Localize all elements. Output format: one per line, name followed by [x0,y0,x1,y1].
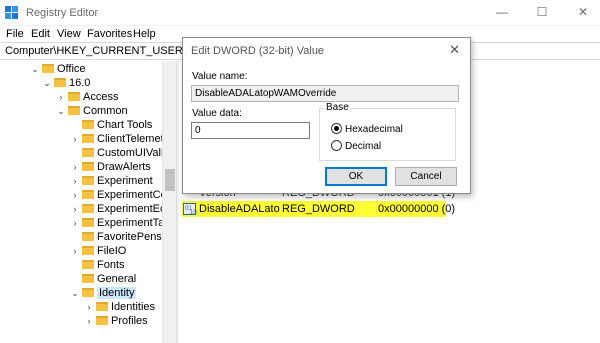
minimize-button[interactable]: — [495,5,509,19]
folder-icon [82,218,94,227]
tree-item-identities[interactable]: › Identities [84,300,156,314]
edit-dword-dialog: Edit DWORD (32-bit) Value ✕ Value name: … [182,37,471,194]
tree-item-general[interactable]: General [70,272,136,286]
chevron-down-icon[interactable]: ⌄ [56,104,66,118]
radio-checked-icon[interactable] [331,123,342,134]
chevron-right-icon[interactable]: › [70,244,80,258]
menu-edit[interactable]: Edit [31,28,50,40]
folder-icon [68,92,80,101]
base-label: Base [324,102,351,113]
title-bar: Registry Editor — ☐ ✕ [0,0,600,26]
close-button[interactable]: ✕ [576,5,590,19]
hexadecimal-radio[interactable]: Hexadecimal [331,123,403,136]
folder-icon [82,288,94,297]
tree-item-customuivalida[interactable]: CustomUIValida [70,146,176,160]
chevron-right-icon[interactable]: › [70,160,80,174]
folder-icon [54,78,66,87]
chevron-right-icon[interactable]: › [70,132,80,146]
ok-button[interactable]: OK [325,167,387,186]
value-name-label: Value name: [192,71,248,82]
pane-splitter[interactable] [176,61,179,343]
menu-favorites[interactable]: Favorites [87,28,132,40]
tree-item-common[interactable]: ⌄ Common [56,104,127,118]
window-title: Registry Editor [26,7,99,19]
value-data-label: Value data: [192,108,242,119]
chevron-right-icon[interactable]: › [70,188,80,202]
tree-item-fonts[interactable]: Fonts [70,258,125,272]
tree-item-experimentcor[interactable]: › ExperimentCor [70,188,171,202]
maximize-button[interactable]: ☐ [535,5,549,19]
menu-help[interactable]: Help [133,28,156,40]
dialog-close-icon[interactable]: ✕ [449,42,460,58]
tree-item-clienttelemetry[interactable]: › ClientTelemetry [70,132,173,146]
tree-item-drawalerts[interactable]: › DrawAlerts [70,160,151,174]
tree-item-experiment[interactable]: › Experiment [70,174,153,188]
folder-icon [82,120,94,129]
folder-icon [82,246,94,255]
registry-editor-icon [5,6,19,20]
dword-value-icon: 01 10 [183,203,197,216]
folder-icon [42,64,54,73]
chevron-right-icon[interactable]: › [84,314,94,328]
folder-icon [82,148,94,157]
value-name-cell: DisableADALato [199,203,280,215]
folder-icon [96,316,108,325]
tree-item-access[interactable]: › Access [56,90,119,104]
cancel-button[interactable]: Cancel [395,167,457,186]
menu-view[interactable]: View [57,28,81,40]
folder-icon [96,302,108,311]
tree-item-profiles[interactable]: › Profiles [84,314,148,328]
chevron-down-icon[interactable]: ⌄ [70,286,80,300]
chevron-right-icon[interactable]: › [70,174,80,188]
folder-icon [82,134,94,143]
chevron-right-icon[interactable]: › [56,90,66,104]
tree-item-16[interactable]: ⌄ 16.0 [42,76,90,90]
tree-item-fileio[interactable]: › FileIO [70,244,127,258]
menu-file[interactable]: File [6,28,24,40]
tree-item-chart-tools[interactable]: Chart Tools [70,118,152,132]
list-row-selected[interactable]: 01 10 DisableADALato REG_DWORD 0x00000000… [182,201,455,217]
folder-icon [82,204,94,213]
value-data-cell: 0x00000000 (0) [378,203,456,215]
scrollbar-thumb[interactable] [165,169,175,191]
dialog-title: Edit DWORD (32-bit) Value [191,45,325,57]
decimal-radio[interactable]: Decimal [331,140,381,153]
tree-item-experimenttas[interactable]: › ExperimentTas [70,216,170,230]
folder-icon [82,190,94,199]
chevron-right-icon[interactable]: › [70,216,80,230]
folder-icon [82,232,94,241]
tree-item-favoritepens[interactable]: FavoritePens [70,230,162,244]
chevron-right-icon[interactable]: › [84,300,94,314]
registry-tree[interactable]: ⌄ Office ⌄ 16.0 › Access ⌄ Common Chart Tool… [0,61,176,343]
value-name-field[interactable]: DisableADALatopWAMOverride [191,85,459,102]
chevron-right-icon[interactable]: › [70,202,80,216]
tree-item-experimentecs[interactable]: › ExperimentEcs [70,202,171,216]
folder-icon [82,176,94,185]
chevron-down-icon[interactable]: ⌄ [30,62,40,76]
folder-icon [68,106,80,115]
tree-scrollbar[interactable] [162,61,176,343]
tree-item-office[interactable]: ⌄ Office [30,62,85,76]
folder-icon [82,274,94,283]
folder-icon [82,260,94,269]
tree-item-identity[interactable]: ⌄ Identity [70,286,137,300]
value-data-field[interactable]: 0 [191,122,310,139]
radio-unchecked-icon[interactable] [331,140,342,151]
value-type-cell: REG_DWORD [282,203,355,215]
chevron-down-icon[interactable]: ⌄ [42,76,52,90]
folder-icon [82,162,94,171]
